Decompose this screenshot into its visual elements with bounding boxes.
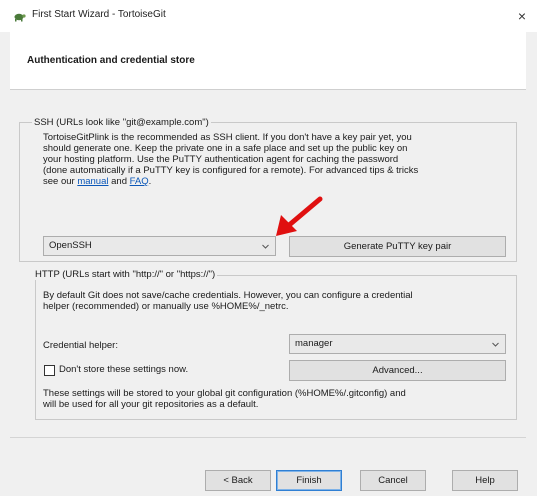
ssh-description-line: your hosting platform. Use the PuTTY aut…: [43, 154, 399, 165]
ssh-description-line: (done automatically if a PuTTY key is co…: [43, 165, 419, 176]
page-title: Authentication and credential store: [27, 55, 195, 66]
title-bar: First Start Wizard - TortoiseGit ×: [0, 0, 537, 32]
faq-link[interactable]: FAQ: [130, 176, 149, 187]
red-arrow-icon: [276, 196, 323, 236]
help-button[interactable]: Help: [452, 470, 518, 491]
settings-note: These settings will be stored to your gl…: [43, 388, 513, 410]
ssh-description-text: see our: [43, 176, 78, 187]
http-description: By default Git does not save/cache crede…: [43, 290, 513, 312]
wizard-window: First Start Wizard - TortoiseGit × Authe…: [0, 0, 537, 496]
dont-store-label[interactable]: Don't store these settings now.: [59, 364, 188, 375]
chevron-down-icon: [492, 342, 499, 347]
cancel-button[interactable]: Cancel: [360, 470, 426, 491]
wizard-header: Authentication and credential store: [10, 32, 526, 90]
ssh-group-legend: SSH (URLs look like "git@example.com"): [32, 117, 211, 128]
credential-helper-value: manager: [295, 338, 333, 349]
generate-putty-key-button[interactable]: Generate PuTTY key pair: [289, 236, 506, 257]
ssh-description-line: should generate one. Keep the private on…: [43, 143, 408, 154]
ssh-client-value: OpenSSH: [49, 240, 92, 251]
dont-store-checkbox[interactable]: [44, 365, 55, 376]
close-button[interactable]: ×: [512, 6, 532, 26]
credential-helper-select[interactable]: manager: [289, 334, 506, 354]
settings-note-line: will be used for all your git repositori…: [43, 399, 259, 410]
http-group-legend: HTTP (URLs start with "http://" or "http…: [33, 269, 218, 280]
ssh-description: TortoiseGitPlink is the recommended as S…: [43, 132, 513, 187]
footer-divider: [10, 437, 526, 438]
ssh-description-text: and: [108, 176, 130, 187]
ssh-client-select[interactable]: OpenSSH: [43, 236, 276, 256]
http-description-line: By default Git does not save/cache crede…: [43, 290, 413, 301]
ssh-description-text: .: [148, 176, 152, 187]
settings-note-line: These settings will be stored to your gl…: [43, 388, 406, 399]
ssh-description-line: see our manual and FAQ.: [43, 176, 513, 187]
chevron-down-icon: [262, 244, 269, 249]
ssh-description-line: TortoiseGitPlink is the recommended as S…: [43, 132, 412, 143]
window-title: First Start Wizard - TortoiseGit: [32, 9, 166, 20]
back-button[interactable]: < Back: [205, 470, 271, 491]
finish-button[interactable]: Finish: [276, 470, 342, 491]
credential-helper-label: Credential helper:: [43, 340, 118, 351]
tortoisegit-logo-icon: [14, 13, 26, 22]
close-icon: ×: [517, 8, 527, 24]
window-left-edge: [0, 32, 10, 452]
manual-link[interactable]: manual: [77, 176, 108, 187]
http-description-line: helper (recommended) or manually use %HO…: [43, 301, 289, 312]
advanced-button[interactable]: Advanced...: [289, 360, 506, 381]
